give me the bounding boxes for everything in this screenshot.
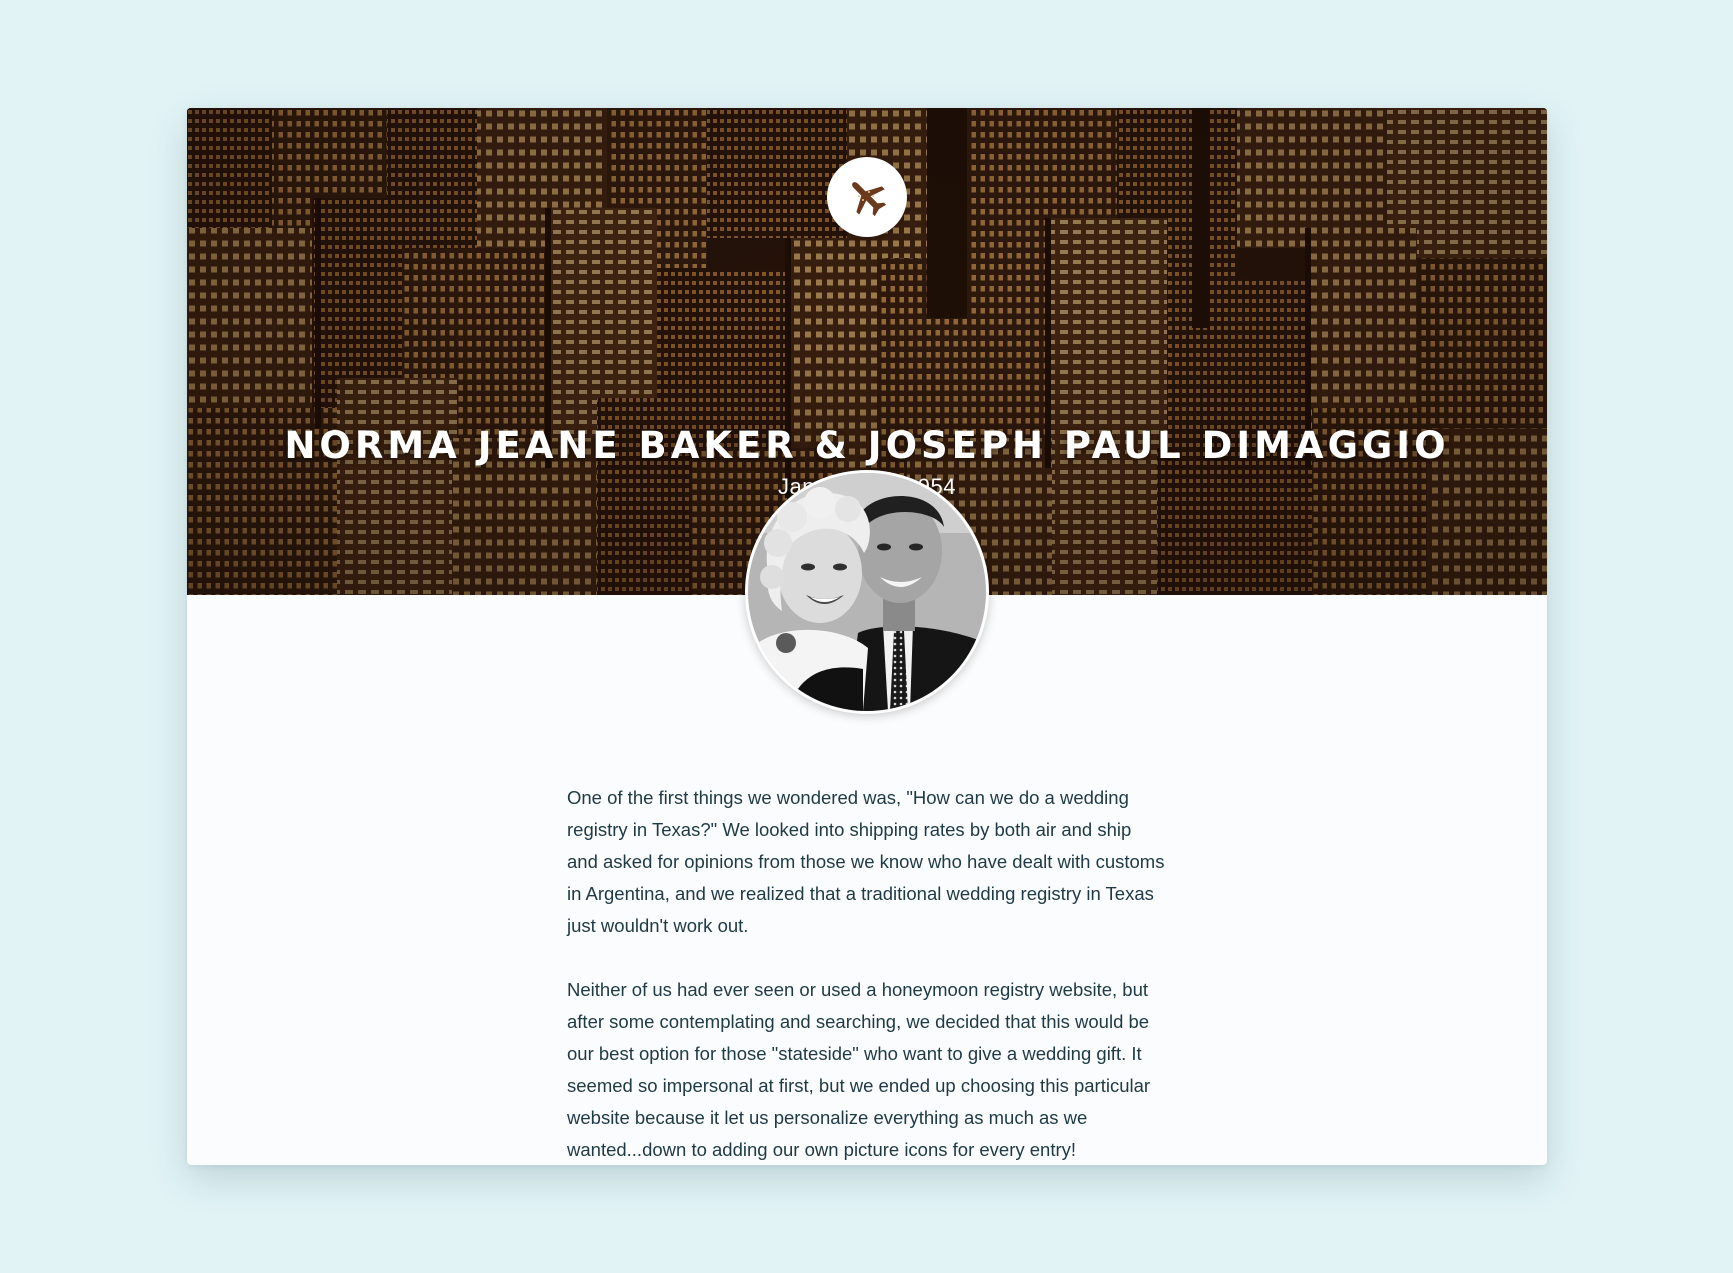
story-section: One of the first things we wondered was,… <box>567 782 1167 1165</box>
story-paragraph-1: One of the first things we wondered was,… <box>567 787 1165 936</box>
couple-photo-avatar <box>745 470 989 714</box>
couple-names-title: NORMA JEANE BAKER & JOSEPH PAUL DIMAGGIO <box>284 424 1450 467</box>
story-paragraph-2: Neither of us had ever seen or used a ho… <box>567 979 1151 1160</box>
registry-card: NORMA JEANE BAKER & JOSEPH PAUL DIMAGGIO… <box>187 108 1547 1165</box>
airplane-icon-badge <box>827 157 907 237</box>
airplane-icon <box>852 182 887 217</box>
couple-photo <box>748 473 986 711</box>
